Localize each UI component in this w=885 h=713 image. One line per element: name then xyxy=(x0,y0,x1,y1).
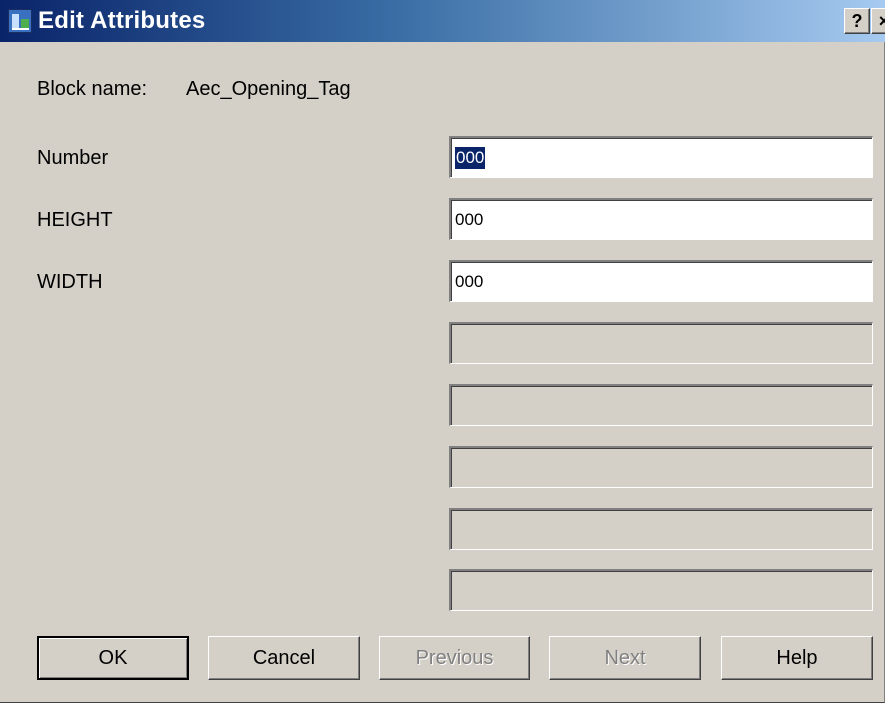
autocad-app-icon xyxy=(8,9,32,33)
title-bar[interactable]: Edit Attributes ? × xyxy=(0,0,885,42)
edit-attributes-dialog: Edit Attributes ? × Block name: Aec_Open… xyxy=(0,0,885,703)
block-name-label: Block name: xyxy=(37,78,148,100)
attribute-field-empty-5 xyxy=(449,384,873,426)
window-title: Edit Attributes xyxy=(38,7,206,34)
attribute-field-empty-6 xyxy=(449,446,873,488)
close-icon[interactable]: × xyxy=(871,8,885,34)
attribute-label-width: WIDTH xyxy=(37,271,103,293)
previous-button[interactable]: Previous xyxy=(379,636,530,680)
block-name-value: Aec_Opening_Tag xyxy=(186,78,351,100)
attribute-field-empty-7 xyxy=(449,508,873,550)
attribute-label-height: HEIGHT xyxy=(37,209,113,231)
attribute-field-empty-4 xyxy=(449,322,873,364)
attribute-value-width: 000 xyxy=(455,271,484,291)
attribute-field-height[interactable]: 000 xyxy=(449,198,873,240)
attribute-field-empty-8 xyxy=(449,569,873,611)
attribute-value-height: 000 xyxy=(455,209,484,229)
attribute-label-number: Number xyxy=(37,147,109,169)
attribute-value-number: 000 xyxy=(455,146,486,169)
cancel-button[interactable]: Cancel xyxy=(208,636,360,680)
attribute-field-number[interactable]: 000 xyxy=(449,136,873,178)
help-question-icon[interactable]: ? xyxy=(844,8,870,34)
next-button[interactable]: Next xyxy=(549,636,701,680)
ok-button[interactable]: OK xyxy=(37,636,189,680)
help-button[interactable]: Help xyxy=(721,636,873,680)
attribute-field-width[interactable]: 000 xyxy=(449,260,873,302)
